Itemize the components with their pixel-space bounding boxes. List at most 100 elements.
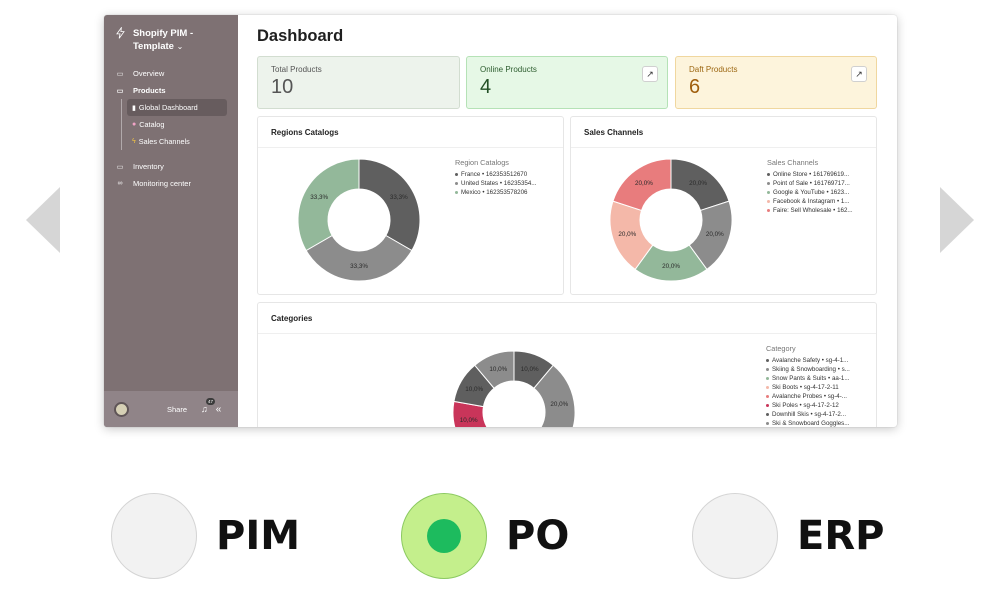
- legend-dot: [455, 191, 458, 194]
- lightning-icon: ϟ: [132, 138, 136, 145]
- legend-item[interactable]: Avalanche Safety • sg-4-1...: [766, 356, 850, 365]
- legend-item[interactable]: Google & YouTube • 1623...: [767, 188, 853, 197]
- choice-erp[interactable]: ERP: [692, 493, 884, 579]
- infinity-icon: ∞: [117, 180, 123, 187]
- legend-item[interactable]: France • 162353512670: [455, 170, 536, 179]
- legend-item[interactable]: Snow Pants & Suits • aa-1...: [766, 374, 850, 383]
- external-link-icon[interactable]: ↗: [642, 66, 658, 82]
- radio-erp[interactable]: [692, 493, 778, 579]
- legend-item[interactable]: Facebook & Instagram • 1...: [767, 197, 853, 206]
- legend-item[interactable]: Downhill Skis • sg-4-17-2...: [766, 410, 850, 419]
- legend-title: Category: [766, 344, 796, 353]
- products-subnav: ▮ Global Dashboard ● Catalog ϟ Sales Cha…: [121, 99, 238, 150]
- legend-dot: [767, 191, 770, 194]
- stat-label: Total Products: [271, 65, 322, 74]
- chevron-down-icon: ⌄: [176, 42, 184, 51]
- legend-dot: [455, 182, 458, 185]
- legend-item[interactable]: Ski Poles • sg-4-17-2-12: [766, 401, 850, 410]
- legend-title: Region Catalogs: [455, 158, 509, 167]
- sidebar: Shopify PIM - Template ⌄ ▭ Overview ▭ Pr…: [104, 15, 238, 427]
- donut-slice[interactable]: [305, 234, 413, 282]
- legend-item[interactable]: Point of Sale • 161769717...: [767, 179, 853, 188]
- slice-label: 33,3%: [390, 194, 408, 201]
- legend-dot: [766, 404, 769, 407]
- choice-pim[interactable]: PIM: [111, 493, 300, 579]
- legend-label: Ski & Snowboard Goggles...: [772, 420, 850, 427]
- avatar[interactable]: [114, 401, 129, 417]
- legend-label: Mexico • 162353578206: [461, 189, 528, 196]
- chart-icon: ▮: [132, 104, 136, 112]
- donut-slice[interactable]: [297, 158, 360, 252]
- external-link-icon[interactable]: ↗: [851, 66, 867, 82]
- legend-item[interactable]: Faire: Sell Wholesale • 162...: [767, 206, 853, 215]
- slide-stage: Shopify PIM - Template ⌄ ▭ Overview ▭ Pr…: [0, 0, 1000, 600]
- page-title: Dashboard: [257, 27, 344, 45]
- workspace-switcher[interactable]: Shopify PIM - Template ⌄: [116, 27, 234, 53]
- regions-donut-chart: 33,3% 33,3% 33,3%: [297, 158, 421, 282]
- legend-dot: [767, 173, 770, 176]
- legend-dot: [767, 182, 770, 185]
- sidebar-item-products[interactable]: ▭ Products: [104, 82, 238, 99]
- legend-item[interactable]: Ski Boots • sg-4-17-2-11: [766, 383, 850, 392]
- legend-label: France • 162353512670: [461, 171, 528, 178]
- legend-label: Avalanche Safety • sg-4-1...: [772, 357, 849, 364]
- sidebar-item-monitoring-center[interactable]: ∞ Monitoring center: [104, 175, 238, 192]
- legend-item[interactable]: Ski & Snowboard Goggles...: [766, 419, 850, 427]
- bell-icon: ♫: [201, 404, 208, 414]
- folder-icon: ▭: [116, 70, 124, 78]
- radio-po[interactable]: [401, 493, 487, 579]
- slice-label: 33,3%: [310, 194, 328, 201]
- donut-slice[interactable]: [358, 158, 421, 252]
- sidebar-item-sales-channels[interactable]: ϟ Sales Channels: [127, 133, 227, 150]
- sidebar-item-label: Global Dashboard: [138, 103, 198, 112]
- categories-legend: Category Avalanche Safety • sg-4-1... Sk…: [766, 344, 850, 427]
- divider: [258, 147, 563, 148]
- sidebar-item-overview[interactable]: ▭ Overview: [104, 65, 238, 82]
- legend-dot: [767, 200, 770, 203]
- legend-label: Google & YouTube • 1623...: [773, 189, 850, 196]
- card-title: Categories: [271, 314, 313, 323]
- legend-dot: [766, 359, 769, 362]
- sidebar-item-global-dashboard[interactable]: ▮ Global Dashboard: [127, 99, 227, 116]
- slice-label: 20,0%: [662, 263, 680, 270]
- previous-arrow-icon[interactable]: [26, 187, 60, 253]
- folder-icon: ▭: [116, 163, 124, 171]
- legend-label: United States • 16235354...: [461, 180, 537, 187]
- sidebar-item-label: Overview: [133, 69, 165, 78]
- notifications-button[interactable]: ♫ 47: [201, 398, 216, 414]
- slice-label: 20,0%: [618, 231, 636, 238]
- sales-channels-card: Sales Channels 20,0% 20,0% 20,0% 20,0% 20,0%…: [570, 116, 877, 295]
- choice-po[interactable]: PO: [401, 493, 569, 579]
- sidebar-nav: ▭ Overview ▭ Products ▮ Global Dashboard…: [104, 65, 238, 192]
- legend-dot: [766, 422, 769, 425]
- legend-label: Avalanche Probes • sg-4-...: [772, 393, 847, 400]
- sidebar-item-label: Products: [133, 86, 166, 95]
- main-content: Dashboard Total Products 10 Online Produ…: [238, 15, 897, 427]
- legend-item[interactable]: Mexico • 162353578206: [455, 188, 536, 197]
- sidebar-item-catalog[interactable]: ● Catalog: [127, 116, 227, 133]
- legend-dot: [766, 377, 769, 380]
- legend-item[interactable]: Skiing & Snowboarding • s...: [766, 365, 850, 374]
- legend-dot: [766, 368, 769, 371]
- legend-item[interactable]: Online Store • 161769619...: [767, 170, 853, 179]
- categories-donut-chart: 10,0% 20,0% 10,0% 10,0% 10,0%: [452, 350, 576, 427]
- folder-icon: ▭: [116, 87, 124, 95]
- slice-label: 20,0%: [635, 180, 653, 187]
- stat-value: 10: [271, 76, 294, 98]
- sidebar-item-inventory[interactable]: ▭ Inventory: [104, 158, 238, 175]
- total-products-card: Total Products 10: [257, 56, 460, 109]
- radio-pim[interactable]: [111, 493, 197, 579]
- card-title: Regions Catalogs: [271, 128, 339, 137]
- workspace-name: Shopify PIM - Template ⌄: [133, 27, 234, 53]
- sidebar-item-label: Monitoring center: [133, 179, 191, 188]
- next-arrow-icon[interactable]: [940, 187, 974, 253]
- legend-dot: [766, 413, 769, 416]
- share-button[interactable]: Share: [167, 405, 187, 414]
- collapse-sidebar-icon[interactable]: «: [216, 404, 222, 415]
- regions-legend: Region Catalogs France • 162353512670 Un…: [455, 158, 536, 197]
- stat-label: Daft Products: [689, 65, 738, 74]
- daft-products-card: Daft Products 6 ↗: [675, 56, 877, 109]
- legend-item[interactable]: United States • 16235354...: [455, 179, 536, 188]
- legend-item[interactable]: Avalanche Probes • sg-4-...: [766, 392, 850, 401]
